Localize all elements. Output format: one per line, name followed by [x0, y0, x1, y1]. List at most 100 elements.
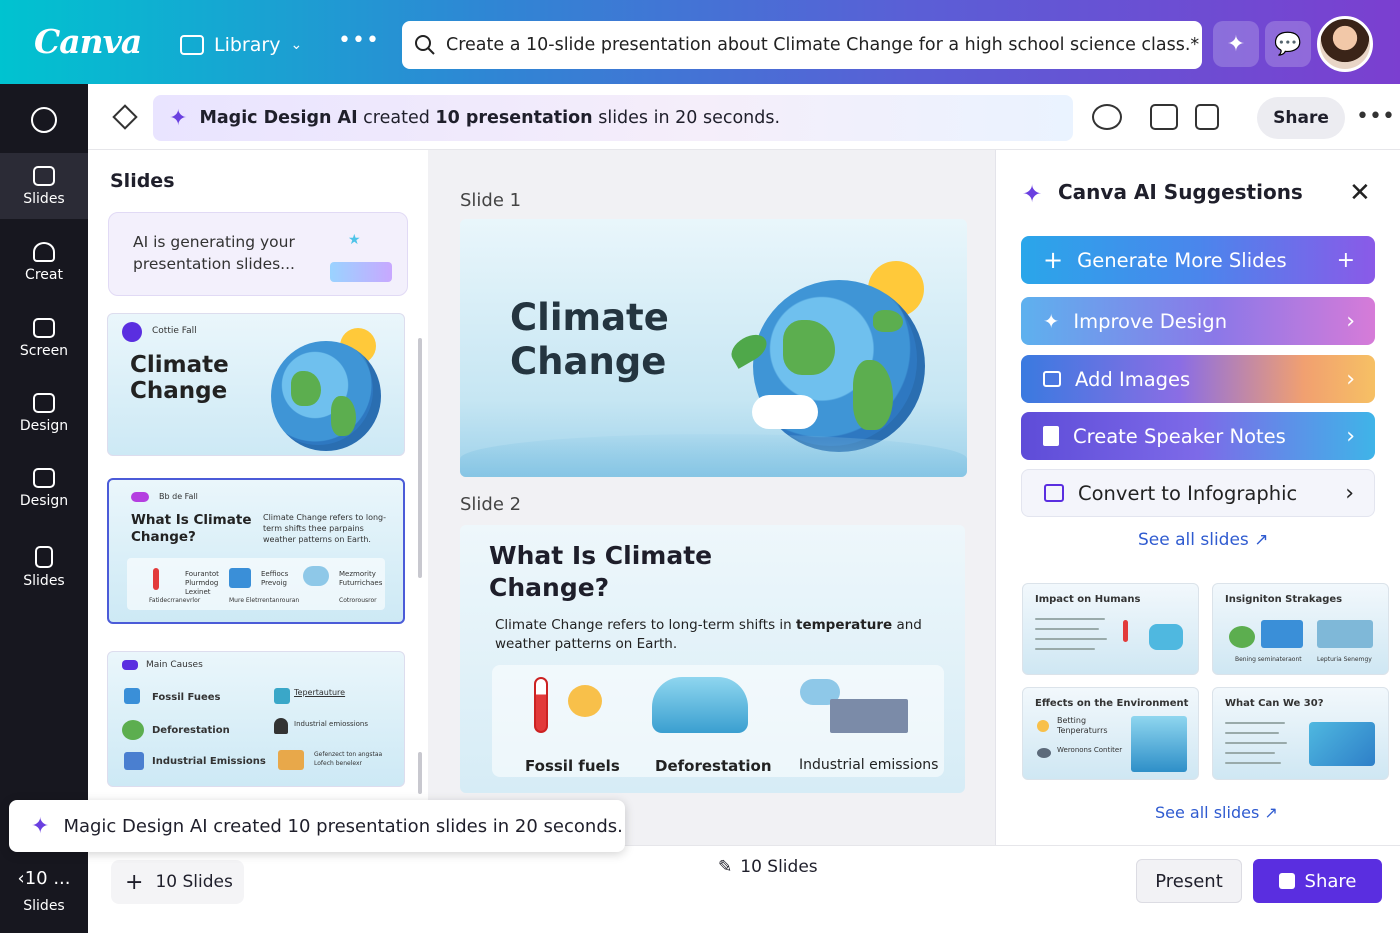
chart-icon [1317, 620, 1373, 648]
toolbar-more-icon[interactable]: ••• [1356, 104, 1395, 129]
building-icon [229, 568, 251, 588]
rail-item-slides-2[interactable]: Slides [0, 534, 88, 600]
thumb-tag: Bb de Fall [159, 492, 198, 501]
suggestion-card-3[interactable]: Effects on the Environment Betting Tenpe… [1022, 687, 1199, 780]
slide-count-label: Slides [23, 898, 65, 914]
thumb-item: Industrial Emissions [152, 756, 266, 767]
factory-icon [124, 752, 144, 770]
slide-1[interactable]: Climate Change [460, 219, 967, 477]
duplicate-icon[interactable] [1195, 104, 1219, 130]
see-all-slides-link-2[interactable]: See all slides ↗ [1155, 803, 1278, 822]
slides-scrollbar[interactable] [418, 338, 422, 578]
suggestion-title: What Can We 30? [1225, 698, 1324, 709]
ai-assist-icon[interactable] [1092, 104, 1122, 130]
cloud-icon [33, 241, 55, 262]
waves-image [460, 434, 967, 477]
toolbar-share-button[interactable]: Share [1257, 97, 1345, 139]
thumb-foot: Mure Eletrrentanrouran [229, 597, 300, 604]
banner-text: Magic Design AI created 10 presentation … [199, 108, 781, 128]
more-options-icon[interactable]: ••• [338, 28, 380, 53]
library-label: Library [214, 34, 281, 56]
add-slides-button[interactable]: +10 Slides [111, 860, 244, 904]
cloud-image [752, 395, 818, 429]
thumb-item: Tepertauture [294, 688, 346, 697]
slide-thumbnail-3[interactable]: Main Causes Fossil Fuees Deforestation I… [107, 651, 405, 787]
suggestion-caption: Bening seminateraont [1235, 656, 1302, 663]
pencil-icon: ✎ [718, 857, 733, 877]
chevron-right-icon: › [1346, 308, 1355, 334]
convert-to-infographic-button[interactable]: Convert to Infographic › [1021, 469, 1375, 517]
rail-label: Slides [23, 190, 65, 207]
search-icon [415, 35, 435, 55]
slide-2[interactable]: What Is Climate Change? Climate Change r… [460, 525, 965, 793]
notes-icon [1043, 426, 1059, 446]
thermometer-icon [534, 677, 548, 733]
slide-thumbnail-1[interactable]: Cottie Fall Climate Change [107, 313, 405, 456]
magic-sparkle-button[interactable]: ✦ [1213, 21, 1259, 67]
chevron-right-icon: › [1346, 366, 1355, 392]
button-label: Generate More Slides [1077, 248, 1287, 272]
chevron-right-icon: › [1346, 423, 1355, 449]
screen-icon [1261, 620, 1303, 648]
chevron-right-icon: › [1345, 480, 1354, 506]
rail-label: Design [19, 417, 69, 434]
rail-item-create[interactable]: Creat [0, 229, 88, 295]
compass-icon [31, 107, 57, 133]
suggestion-card-1[interactable]: Impact on Humans [1022, 583, 1199, 675]
rail-slide-count[interactable]: ‹10 ... Slides [0, 866, 88, 919]
thumb-tag: Cottie Fall [152, 326, 197, 336]
building-icon [278, 750, 304, 770]
ai-generating-card: AI is generating your presentation slide… [108, 212, 408, 296]
slides-panel-title: Slides [110, 170, 175, 192]
create-speaker-notes-button[interactable]: Create Speaker Notes › [1021, 412, 1375, 460]
thumb-item: Eeffiocs Prevoig [261, 570, 289, 587]
generating-text: AI is generating your presentation slide… [133, 233, 295, 273]
folder-icon [180, 35, 204, 55]
image-icon [1043, 371, 1061, 387]
present-button[interactable]: Present [1136, 859, 1242, 903]
sparkle-icon: ✦ [1022, 180, 1043, 208]
improve-design-button[interactable]: ✦ Improve Design › [1021, 297, 1375, 345]
toast-notification: ✦ Magic Design AI created 10 presentation… [9, 800, 625, 852]
slides-scrollbar-thumb[interactable] [418, 752, 422, 794]
share-label: Share [1304, 870, 1357, 892]
thumb-item: Fossil Fuees [152, 692, 221, 703]
library-button[interactable]: Library ⌄ [180, 30, 302, 60]
thumb-desc: Climate Change refers to long-term shift… [263, 513, 386, 544]
suggestion-card-2[interactable]: Insigniton Strakages Bening seminateraon… [1212, 583, 1389, 675]
present-screen-icon[interactable] [1150, 104, 1178, 130]
rail-label: Creat [25, 266, 63, 283]
suggestion-card-4[interactable]: What Can We 30? [1212, 687, 1389, 780]
add-images-button[interactable]: Add Images › [1021, 355, 1375, 403]
deforestation-icon [652, 677, 748, 733]
share-button[interactable]: Share [1253, 859, 1382, 903]
comments-button[interactable]: 💬 [1265, 21, 1311, 67]
badge-icon [122, 660, 138, 670]
ai-status-banner: ✦ Magic Design AI created 10 presentatio… [153, 95, 1073, 141]
map-image [1309, 722, 1375, 766]
suggestion-line: Weronons Contiter [1057, 746, 1123, 754]
search-bar[interactable]: Create a 10-slide presentation about Cli… [402, 21, 1202, 69]
search-query: Create a 10-slide presentation about Cli… [446, 35, 1200, 55]
slide-count-text: 10 Slides [740, 857, 818, 877]
badge-icon [122, 322, 142, 342]
user-avatar[interactable] [1317, 16, 1373, 72]
canva-logo[interactable]: Canva [34, 22, 142, 61]
thumb-item: Fourantot Plurmdog Lexinet [185, 570, 219, 596]
rail-item-slides[interactable]: Slides [0, 153, 88, 219]
rail-item-design-2[interactable]: Design [0, 455, 88, 521]
rail-home-button[interactable] [0, 96, 88, 144]
rail-item-screen[interactable]: Screen [0, 305, 88, 371]
slide-count: ✎ 10 Slides [718, 857, 818, 877]
cause-label-emissions: Industrial emissions [799, 757, 939, 773]
slide-thumbnail-2[interactable]: Bb de Fall What Is Climate Change? Clima… [107, 478, 405, 624]
generate-more-slides-button[interactable]: + Generate More Slides + [1021, 236, 1375, 284]
see-all-slides-link[interactable]: See all slides ↗ [1138, 530, 1268, 550]
slide-2-description: Climate Change refers to long-term shift… [495, 617, 922, 652]
rail-item-design-1[interactable]: Design [0, 380, 88, 446]
document-icon [35, 545, 53, 568]
slides-icon [33, 165, 55, 186]
rail-label: Slides [23, 572, 65, 589]
chat-icon: 💬 [1274, 31, 1302, 57]
close-icon[interactable]: ✕ [1349, 178, 1371, 208]
